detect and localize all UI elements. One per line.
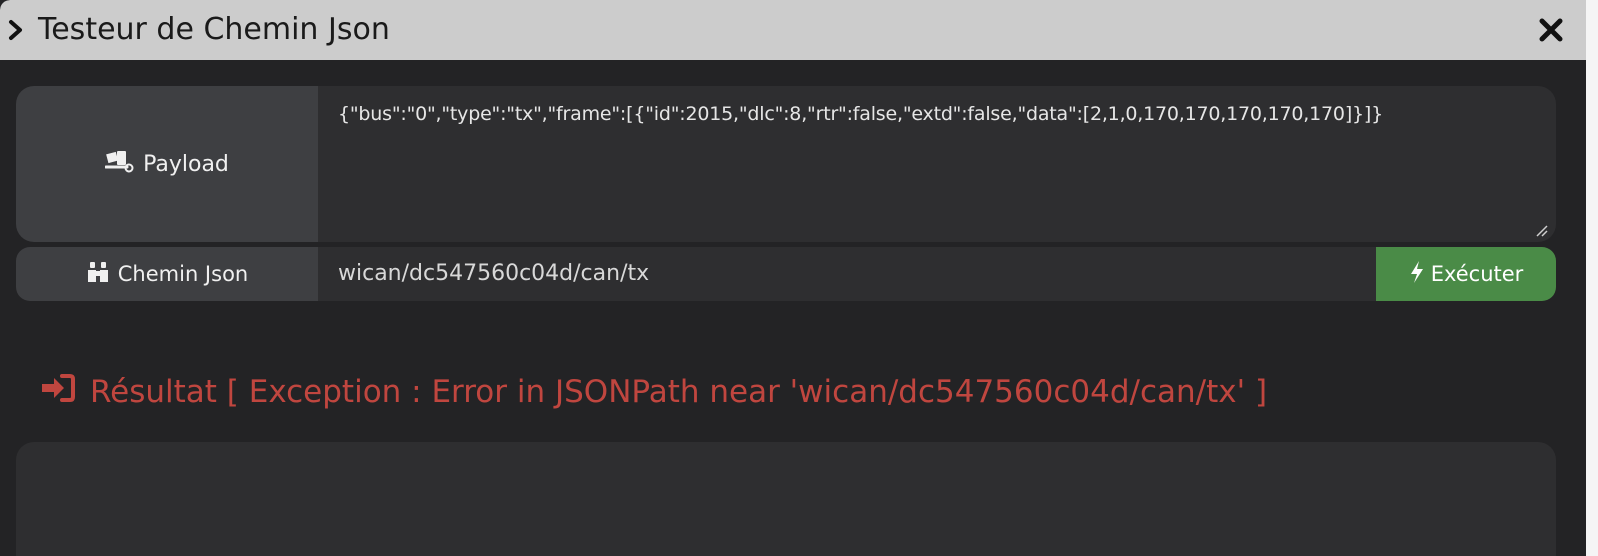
truck-loading-icon — [104, 149, 143, 179]
payload-label: Payload — [16, 86, 318, 242]
sign-in-icon — [40, 373, 90, 411]
json-path-input[interactable]: wican/dc547560c04d/can/tx — [318, 247, 1376, 301]
resize-handle-icon[interactable] — [1534, 222, 1548, 237]
execute-button-label: Exécuter — [1430, 262, 1524, 286]
path-row: Chemin Json wican/dc547560c04d/can/tx Ex… — [16, 247, 1556, 301]
close-icon[interactable] — [1536, 15, 1566, 45]
binoculars-icon — [86, 261, 118, 288]
window-title: Testeur de Chemin Json — [38, 12, 390, 47]
payload-label-text: Payload — [143, 151, 229, 177]
json-path-tester-window: Testeur de Chemin Json Payload {"bus":"0… — [0, 0, 1586, 556]
chevron-right-icon[interactable] — [6, 18, 26, 42]
execute-button[interactable]: Exécuter — [1376, 247, 1556, 301]
result-heading-text: Résultat [ Exception : Error in JSONPath… — [90, 374, 1268, 410]
payload-row: Payload {"bus":"0","type":"tx","frame":[… — [16, 86, 1556, 242]
titlebar: Testeur de Chemin Json — [0, 0, 1586, 60]
payload-textarea[interactable]: {"bus":"0","type":"tx","frame":[{"id":20… — [318, 86, 1556, 242]
result-output — [16, 442, 1556, 556]
scrollbar-track[interactable] — [1586, 0, 1598, 556]
path-label-text: Chemin Json — [117, 262, 249, 286]
bolt-icon — [1409, 260, 1431, 289]
path-label: Chemin Json — [16, 247, 318, 301]
result-heading: Résultat [ Exception : Error in JSONPath… — [40, 370, 1267, 414]
